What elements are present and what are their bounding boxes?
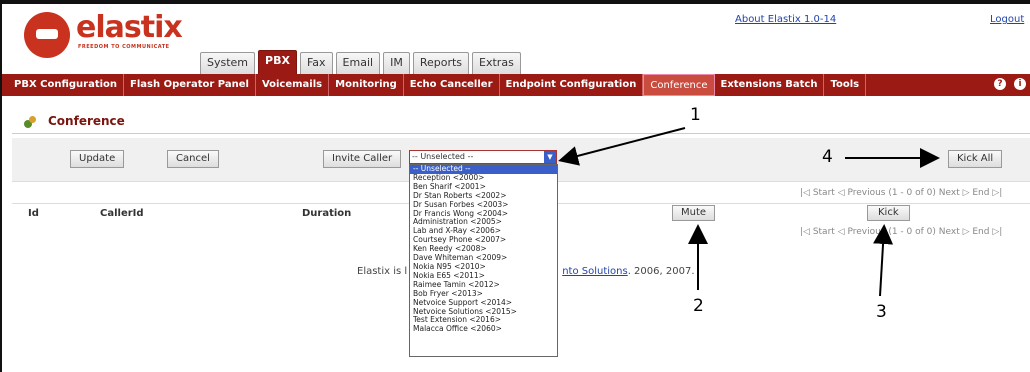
dropdown-option[interactable]: Malacca Office <2060> xyxy=(410,324,557,334)
mute-button[interactable]: Mute xyxy=(672,205,716,221)
submenu-voicemails[interactable]: Voicemails xyxy=(256,74,330,96)
column-id: Id xyxy=(28,208,39,219)
footer-link[interactable]: nto Solutions xyxy=(562,266,628,277)
submenu-icons: ? i xyxy=(994,78,1026,90)
cancel-button[interactable]: Cancel xyxy=(167,150,219,168)
submenu-flash-operator-panel[interactable]: Flash Operator Panel xyxy=(124,74,256,96)
column-duration: Duration xyxy=(302,208,352,219)
tab-reports[interactable]: Reports xyxy=(412,52,470,74)
logo-text: elastix xyxy=(76,10,183,45)
footer-prefix: Elastix is l xyxy=(357,266,408,277)
main-tabs: System PBX Fax Email IM Reports Extras xyxy=(200,48,521,74)
annotation-3: 3 xyxy=(876,302,887,322)
logo-icon xyxy=(24,12,70,58)
info-icon[interactable]: i xyxy=(1014,78,1026,90)
caller-select[interactable]: -- Unselected -- ▼ xyxy=(409,150,557,164)
submenu-tools[interactable]: Tools xyxy=(824,74,867,96)
header: elastix FREEDOM TO COMMUNICATE System PB… xyxy=(2,4,1030,74)
tab-pbx[interactable]: PBX xyxy=(258,50,297,74)
update-button[interactable]: Update xyxy=(70,150,125,168)
help-icon[interactable]: ? xyxy=(994,78,1006,90)
submenu-conference[interactable]: Conference xyxy=(643,74,715,96)
about-link[interactable]: About Elastix 1.0-14 xyxy=(735,14,836,25)
submenu-pbx-configuration[interactable]: PBX Configuration xyxy=(8,74,125,96)
pagination-bottom[interactable]: |◁ Start ◁ Previous (1 - 0 of 0) Next ▷ … xyxy=(800,227,1002,237)
chevron-down-icon[interactable]: ▼ xyxy=(544,151,556,163)
tab-email[interactable]: Email xyxy=(335,52,381,74)
logout-link[interactable]: Logout xyxy=(990,14,1024,25)
annotation-2: 2 xyxy=(693,296,704,316)
annotation-1: 1 xyxy=(690,105,701,125)
tab-extras[interactable]: Extras xyxy=(472,52,521,74)
conference-icon xyxy=(24,116,36,128)
pagination-top[interactable]: |◁ Start ◁ Previous (1 - 0 of 0) Next ▷ … xyxy=(800,188,1002,198)
submenu-extensions-batch[interactable]: Extensions Batch xyxy=(715,74,825,96)
caller-select-value: -- Unselected -- xyxy=(412,152,474,161)
tab-im[interactable]: IM xyxy=(383,52,410,74)
page-title: Conference xyxy=(48,114,125,128)
annotation-4: 4 xyxy=(822,147,833,167)
tab-fax[interactable]: Fax xyxy=(299,52,333,74)
kick-button[interactable]: Kick xyxy=(867,205,910,221)
submenu-echo-canceller[interactable]: Echo Canceller xyxy=(404,74,500,96)
submenu-endpoint-configuration[interactable]: Endpoint Configuration xyxy=(500,74,644,96)
kick-all-button[interactable]: Kick All xyxy=(948,150,1003,168)
invite-caller-button[interactable]: Invite Caller xyxy=(323,150,402,168)
column-callerid: CallerId xyxy=(100,208,144,219)
page-title-row: Conference xyxy=(12,110,1030,134)
submenu-bar: PBX Configuration Flash Operator Panel V… xyxy=(2,74,1030,96)
logo-tagline: FREEDOM TO COMMUNICATE xyxy=(78,44,170,50)
footer-suffix: . 2006, 2007. xyxy=(627,266,695,277)
caller-dropdown-list[interactable]: -- Unselected -- Reception <2000> Ben Sh… xyxy=(409,164,558,357)
tab-system[interactable]: System xyxy=(200,52,256,74)
submenu-monitoring[interactable]: Monitoring xyxy=(329,74,404,96)
elastix-logo[interactable]: elastix FREEDOM TO COMMUNICATE xyxy=(24,10,199,66)
